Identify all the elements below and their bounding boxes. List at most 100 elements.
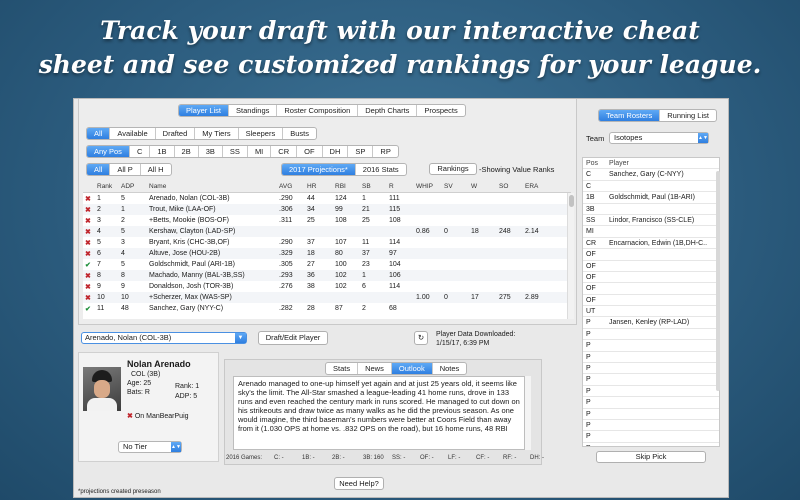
pos-rp[interactable]: RP (373, 146, 397, 157)
tab-running-list[interactable]: Running List (660, 110, 716, 121)
col-so[interactable]: SO (499, 183, 508, 190)
col-sb[interactable]: SB (362, 183, 371, 190)
col-w[interactable]: W (471, 183, 477, 190)
col-rank[interactable]: Rank (97, 183, 112, 190)
roster-row[interactable]: P (583, 363, 719, 375)
pos-dh[interactable]: DH (323, 146, 349, 157)
tab-player-list[interactable]: Player List (179, 105, 230, 116)
roster-row[interactable]: MI (583, 226, 719, 238)
refresh-button[interactable]: ↻ (414, 331, 428, 345)
pos-mi[interactable]: MI (248, 146, 272, 157)
pos-ss[interactable]: SS (223, 146, 248, 157)
skip-pick-button[interactable]: Skip Pick (596, 451, 706, 463)
tab-standings[interactable]: Standings (229, 105, 278, 116)
col-hr[interactable]: HR (307, 183, 316, 190)
source-2016-stats[interactable]: 2016 Stats (356, 164, 406, 175)
roster-scrollbar[interactable] (716, 171, 720, 391)
table-row[interactable]: ✖ 10 10 +Scherzer, Max (WAS-SP) 1.00 0 17 275 2.… (83, 292, 567, 303)
filter-all[interactable]: All (87, 128, 111, 139)
roster-row[interactable]: 3B (583, 204, 719, 215)
table-row[interactable]: ✖ 3 2 +Betts, Mookie (BOS-OF) .311 25 108 25 108 (83, 215, 567, 226)
pos-any[interactable]: Any Pos (87, 146, 130, 157)
roster-row[interactable]: OF (583, 295, 719, 307)
player-table-scrollbar[interactable] (567, 193, 574, 319)
filter-busts[interactable]: Busts (283, 128, 316, 139)
roster-pos: OF (586, 262, 596, 270)
tab-notes[interactable]: Notes (433, 363, 467, 374)
table-row[interactable]: ✖ 9 9 Donaldson, Josh (TOR-3B) .276 38 102 6 114 (83, 281, 567, 292)
roster-row[interactable]: P (583, 340, 719, 352)
table-row[interactable]: ✖ 2 1 Trout, Mike (LAA-OF) .306 34 99 21 115 (83, 204, 567, 215)
roster-row[interactable]: P (583, 443, 719, 446)
tab-team-rosters[interactable]: Team Rosters (599, 110, 661, 121)
table-row[interactable]: ✖ 8 8 Machado, Manny (BAL-3B,SS) .293 36 102 1 1… (83, 270, 567, 281)
draft-edit-button[interactable]: Draft/Edit Player (258, 331, 328, 345)
roster-row[interactable]: P (583, 420, 719, 432)
roster-pos: C (586, 171, 592, 179)
col-rbi[interactable]: RBI (335, 183, 346, 190)
tab-stats[interactable]: Stats (326, 363, 359, 374)
tab-prospects[interactable]: Prospects (417, 105, 464, 116)
player-adp: ADP: 5 (175, 393, 198, 400)
col-name[interactable]: Name (149, 183, 166, 190)
type-all-hitters[interactable]: All H (141, 164, 171, 175)
table-row[interactable]: ✖ 1 5 Arenado, Nolan (COL-3B) .290 44 124 1 111 (83, 193, 567, 204)
pos-2b[interactable]: 2B (175, 146, 199, 157)
roster-row[interactable]: OF (583, 249, 719, 261)
pos-sp[interactable]: SP (348, 146, 374, 157)
table-row[interactable]: ✖ 6 4 Altuve, Jose (HOU-2B) .329 18 80 37 97 (83, 248, 567, 259)
roster-row[interactable]: P (583, 409, 719, 420)
table-row[interactable]: ✔ 7 5 Goldschmidt, Paul (ARI-1B) .305 27 100 23… (83, 259, 567, 270)
col-avg[interactable]: AVG (279, 183, 292, 190)
pos-cr[interactable]: CR (271, 146, 298, 157)
roster-row[interactable]: UT (583, 306, 719, 318)
col-era[interactable]: ERA (525, 183, 538, 190)
filter-my-tiers[interactable]: My Tiers (195, 128, 239, 139)
pos-3b[interactable]: 3B (199, 146, 223, 157)
table-row[interactable]: ✖ 4 5 Kershaw, Clayton (LAD-SP) 0.86 0 18 248 2.… (83, 226, 567, 237)
filter-sleepers[interactable]: Sleepers (239, 128, 284, 139)
roster-row[interactable]: CR Encarnacion, Edwin (1B,DH-C.. (583, 238, 719, 250)
source-2017-projections[interactable]: 2017 Projections* (282, 164, 356, 175)
player-select[interactable]: Arenado, Nolan (COL-3B) ▼ (81, 332, 247, 344)
cell-hr: 27 (307, 261, 315, 268)
team-select[interactable]: Isotopes ▲▼ (609, 132, 709, 144)
roster-row[interactable]: SS Lindor, Francisco (SS-CLE) (583, 215, 719, 227)
roster-row[interactable]: OF (583, 283, 719, 295)
outlook-scrollbar[interactable] (525, 376, 531, 450)
pos-of[interactable]: OF (297, 146, 323, 157)
roster-row[interactable]: P Jansen, Kenley (RP-LAD) (583, 317, 719, 329)
roster-row[interactable]: OF (583, 272, 719, 284)
filter-available[interactable]: Available (110, 128, 156, 139)
need-help-button[interactable]: Need Help? (334, 477, 384, 490)
rankings-button[interactable]: Rankings (429, 163, 477, 175)
tab-roster-composition[interactable]: Roster Composition (277, 105, 359, 116)
roster-row[interactable]: P (583, 352, 719, 364)
roster-row[interactable]: P (583, 374, 719, 386)
roster-row[interactable]: P (583, 397, 719, 409)
scroll-thumb[interactable] (569, 195, 574, 207)
table-row[interactable]: ✖ 5 3 Bryant, Kris (CHC-3B,OF) .290 37 107 11 11… (83, 237, 567, 248)
roster-row[interactable]: 1B Goldschmidt, Paul (1B-ARI) (583, 192, 719, 204)
tab-news[interactable]: News (358, 363, 392, 374)
type-all-pitchers[interactable]: All P (110, 164, 141, 175)
col-whip[interactable]: WHIP (416, 183, 433, 190)
filter-drafted[interactable]: Drafted (156, 128, 196, 139)
col-sv[interactable]: SV (444, 183, 453, 190)
roster-row[interactable]: P (583, 386, 719, 398)
roster-row[interactable]: OF (583, 261, 719, 272)
col-r[interactable]: R (389, 183, 394, 190)
table-row[interactable]: ✔ 11 48 Sanchez, Gary (NYY-C) .282 28 87 2 68 (83, 303, 567, 314)
tab-depth-charts[interactable]: Depth Charts (358, 105, 418, 116)
roster-row[interactable]: P (583, 329, 719, 341)
roster-row[interactable]: P (583, 431, 719, 443)
type-all[interactable]: All (87, 164, 111, 175)
col-adp[interactable]: ADP (121, 183, 134, 190)
cell-avg: .305 (279, 261, 293, 268)
pos-1b[interactable]: 1B (150, 146, 175, 157)
tab-outlook[interactable]: Outlook (391, 363, 433, 374)
pos-c[interactable]: C (130, 146, 151, 157)
roster-row[interactable]: C (583, 181, 719, 193)
roster-row[interactable]: C Sanchez, Gary (C-NYY) (583, 169, 719, 181)
tier-select[interactable]: No Tier ▲▼ (118, 441, 182, 453)
